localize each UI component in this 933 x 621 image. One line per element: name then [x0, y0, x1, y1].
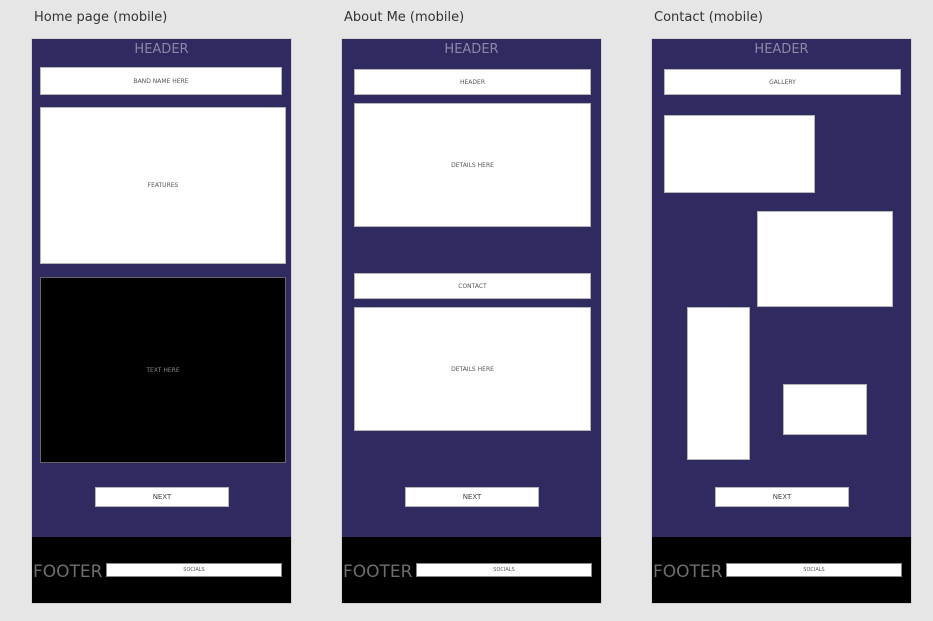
- next-button[interactable]: NEXT: [715, 487, 849, 507]
- socials-box[interactable]: SOCIALS: [726, 563, 902, 577]
- gallery-image-1[interactable]: [664, 115, 815, 193]
- text-box[interactable]: TEXT HERE: [40, 277, 286, 463]
- footer-label: FOOTER: [653, 562, 723, 582]
- artboard-title-contact[interactable]: Contact (mobile): [654, 10, 763, 25]
- contact-box[interactable]: CONTACT: [354, 273, 591, 299]
- artboard-contact[interactable]: HEADER GALLERY NEXT FOOTER SOCIALS: [651, 38, 912, 604]
- artboard-title-home[interactable]: Home page (mobile): [34, 10, 167, 25]
- footer: FOOTER SOCIALS: [342, 537, 601, 603]
- details-box-1[interactable]: DETAILS HERE: [354, 103, 591, 227]
- artboard-about[interactable]: HEADER HEADER DETAILS HERE CONTACT DETAI…: [341, 38, 602, 604]
- footer-label: FOOTER: [33, 562, 103, 582]
- header-box[interactable]: HEADER: [354, 69, 591, 95]
- next-button[interactable]: NEXT: [95, 487, 229, 507]
- socials-box[interactable]: SOCIALS: [106, 563, 282, 577]
- band-name-box[interactable]: BAND NAME HERE: [40, 67, 282, 95]
- footer: FOOTER SOCIALS: [32, 537, 291, 603]
- next-button[interactable]: NEXT: [405, 487, 539, 507]
- gallery-image-3[interactable]: [687, 307, 750, 460]
- footer: FOOTER SOCIALS: [652, 537, 911, 603]
- header-label: HEADER: [134, 42, 189, 57]
- header-label: HEADER: [754, 42, 809, 57]
- footer-label: FOOTER: [343, 562, 413, 582]
- socials-box[interactable]: SOCIALS: [416, 563, 592, 577]
- artboard-title-about[interactable]: About Me (mobile): [344, 10, 464, 25]
- header-label: HEADER: [444, 42, 499, 57]
- gallery-image-4[interactable]: [783, 384, 867, 435]
- artboard-home[interactable]: HEADER BAND NAME HERE FEATURES TEXT HERE…: [31, 38, 292, 604]
- gallery-box[interactable]: GALLERY: [664, 69, 901, 95]
- details-box-2[interactable]: DETAILS HERE: [354, 307, 591, 431]
- features-box[interactable]: FEATURES: [40, 107, 286, 264]
- gallery-image-2[interactable]: [757, 211, 893, 307]
